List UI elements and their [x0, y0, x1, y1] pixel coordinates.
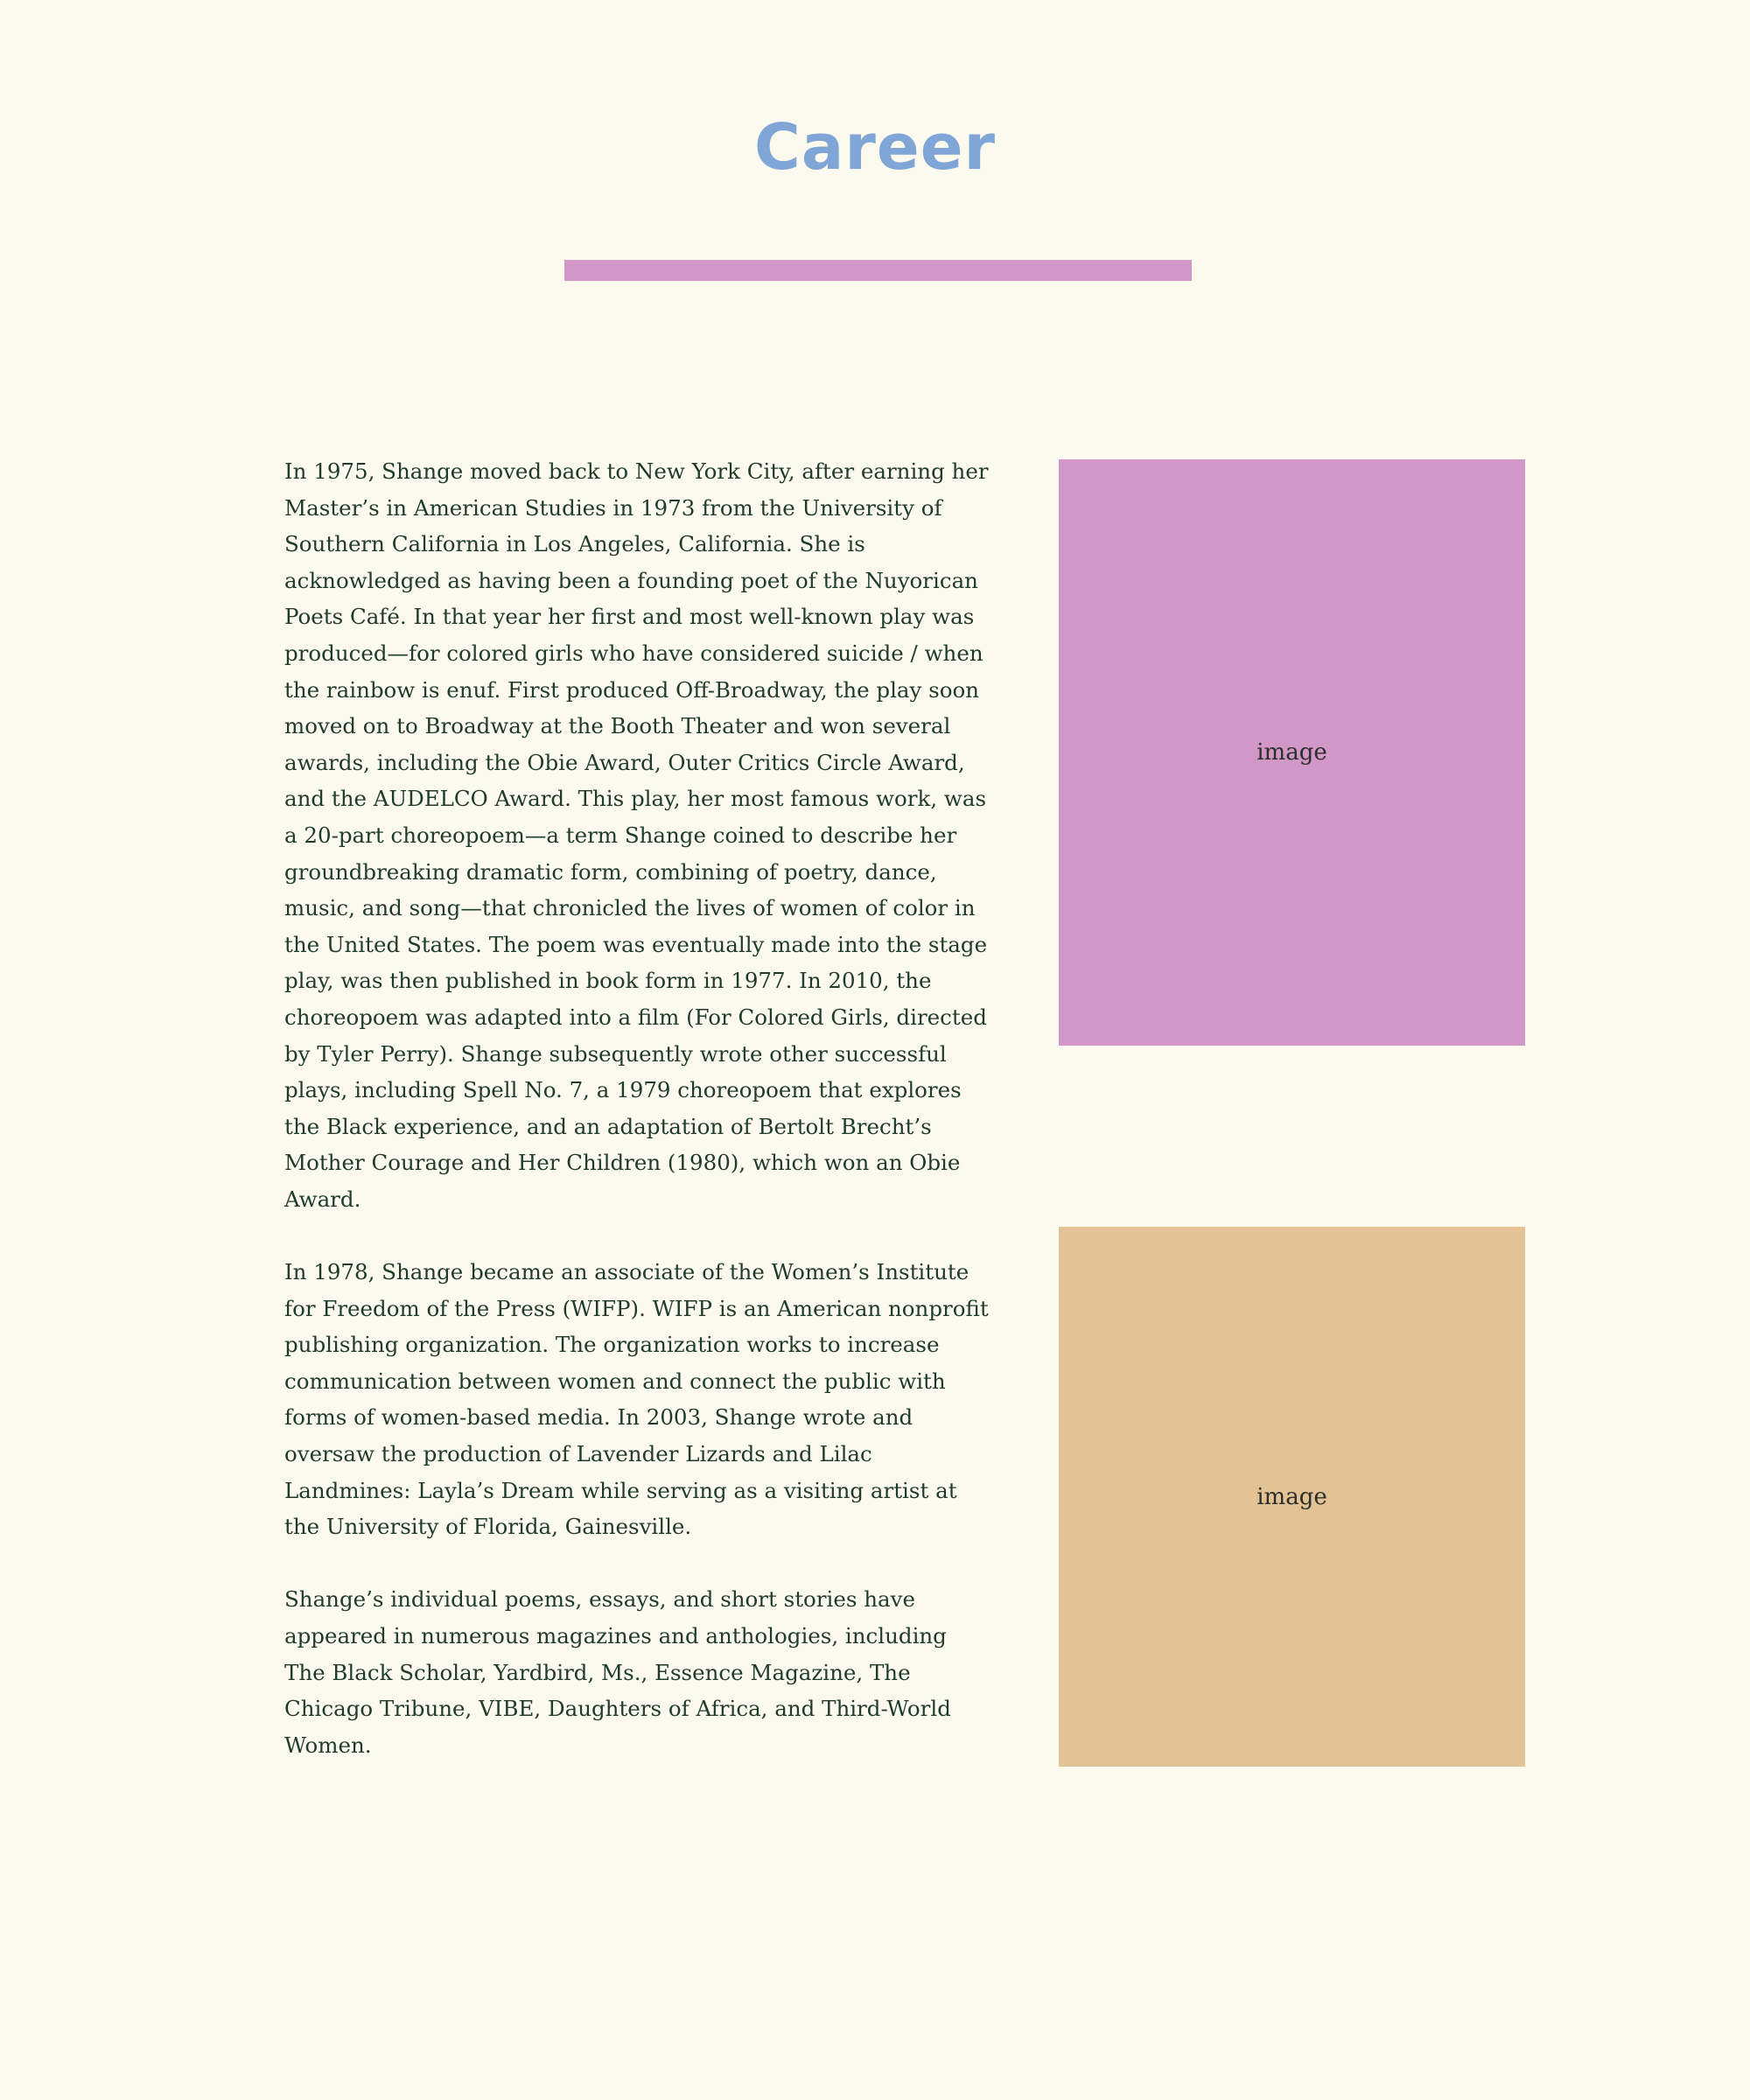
paragraph-2: In 1978, Shange became an associate of t… [284, 1259, 989, 1540]
title-divider [564, 260, 1192, 281]
article-body: In 1975, Shange moved back to New York C… [284, 453, 989, 1800]
image-placeholder-1-label: image [1256, 739, 1327, 766]
paragraph-3: Shange’s individual poems, essays, and s… [284, 1586, 951, 1758]
image-placeholder-2: image [1059, 1227, 1525, 1767]
image-placeholder-1: image [1059, 459, 1525, 1046]
image-placeholder-2-label: image [1256, 1483, 1327, 1510]
page-title: Career [753, 110, 997, 184]
paragraph-1: In 1975, Shange moved back to New York C… [284, 458, 989, 1212]
